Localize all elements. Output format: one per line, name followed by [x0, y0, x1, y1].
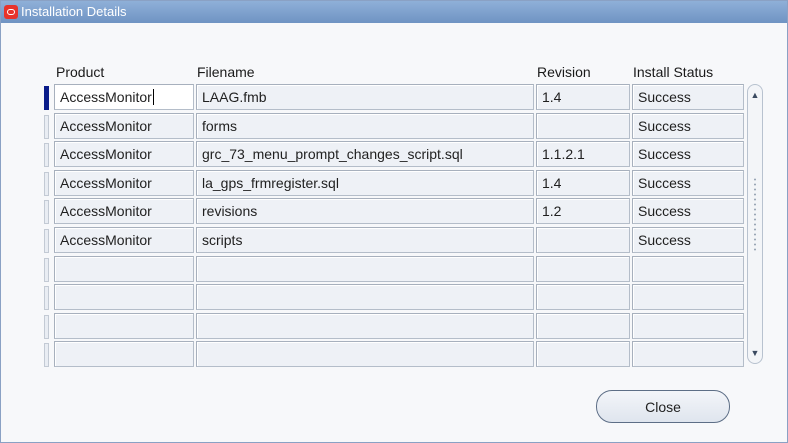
install-status-cell[interactable]: [632, 312, 744, 339]
revision-cell-text: 1.1.2.1: [542, 146, 585, 163]
filename-cell[interactable]: revisions: [196, 198, 534, 225]
table-row[interactable]: AccessMonitor grc_73_menu_prompt_changes_…: [1, 141, 787, 168]
revision-cell[interactable]: [536, 227, 630, 253]
scroll-down-arrow-icon[interactable]: ▼: [749, 346, 761, 360]
revision-cell[interactable]: [536, 312, 630, 339]
row-selector[interactable]: [44, 257, 49, 282]
product-cell[interactable]: [54, 255, 194, 282]
revision-cell-text: 1.4: [542, 174, 562, 191]
filename-cell[interactable]: [196, 255, 534, 282]
product-cell[interactable]: [54, 341, 194, 368]
installation-details-window: Installation Details Product Filename Re…: [0, 0, 788, 443]
close-button[interactable]: Close: [596, 390, 730, 423]
oracle-logo-icon: [4, 5, 18, 19]
product-cell-text: AccessMonitor: [60, 146, 152, 163]
title-bar: Installation Details: [1, 1, 787, 23]
install-status-cell[interactable]: Success: [632, 169, 744, 196]
install-status-cell[interactable]: [632, 284, 744, 311]
filename-cell-text: la_gps_frmregister.sql: [202, 174, 339, 191]
product-cell[interactable]: AccessMonitor: [54, 227, 194, 253]
filename-cell-text: revisions: [202, 203, 258, 220]
install-status-cell-text: Success: [638, 117, 691, 134]
table-row[interactable]: AccessMonitor la_gps_frmregister.sql 1.4 Su…: [1, 169, 787, 196]
filename-cell[interactable]: grc_73_menu_prompt_changes_script.sql: [196, 141, 534, 168]
product-cell[interactable]: AccessMonitor: [54, 141, 194, 168]
table-row[interactable]: [1, 341, 787, 368]
product-cell-text: AccessMonitor: [60, 203, 152, 220]
filename-cell[interactable]: [196, 312, 534, 339]
column-header-revision: Revision: [537, 64, 591, 80]
revision-cell[interactable]: [536, 112, 630, 139]
filename-cell[interactable]: la_gps_frmregister.sql: [196, 169, 534, 196]
filename-cell[interactable]: [196, 284, 534, 311]
product-cell[interactable]: AccessMonitor: [54, 169, 194, 196]
row-selector[interactable]: [44, 200, 49, 225]
filename-cell-text: grc_73_menu_prompt_changes_script.sql: [202, 146, 463, 163]
row-selector[interactable]: [44, 143, 49, 168]
row-selector[interactable]: [44, 286, 49, 311]
install-status-cell[interactable]: Success: [632, 227, 744, 253]
table-row[interactable]: [1, 284, 787, 311]
filename-cell-text: scripts: [202, 232, 243, 248]
row-selector[interactable]: [44, 86, 49, 110]
install-status-cell[interactable]: Success: [632, 198, 744, 225]
window-title: Installation Details: [21, 4, 127, 19]
install-status-cell[interactable]: [632, 255, 744, 282]
product-cell-text: AccessMonitor: [60, 232, 152, 248]
product-cell-text: AccessMonitor: [60, 117, 152, 134]
scrollbar-grip[interactable]: [753, 177, 757, 253]
row-selector[interactable]: [44, 171, 49, 196]
row-selector[interactable]: [44, 114, 49, 139]
filename-cell[interactable]: forms: [196, 112, 534, 139]
row-selector[interactable]: [44, 343, 49, 368]
vertical-scrollbar[interactable]: ▲ ▼: [747, 84, 763, 364]
revision-cell[interactable]: 1.4: [536, 84, 630, 110]
table-row[interactable]: [1, 255, 787, 282]
revision-cell[interactable]: [536, 284, 630, 311]
row-selector[interactable]: [44, 314, 49, 339]
install-status-cell-text: Success: [638, 203, 691, 220]
product-cell[interactable]: [54, 312, 194, 339]
product-cell[interactable]: AccessMonitor: [54, 112, 194, 139]
revision-cell[interactable]: 1.4: [536, 169, 630, 196]
filename-cell[interactable]: LAAG.fmb: [196, 84, 534, 110]
table-row[interactable]: [1, 312, 787, 339]
revision-cell[interactable]: 1.2: [536, 198, 630, 225]
text-cursor: [152, 89, 154, 105]
scroll-up-arrow-icon[interactable]: ▲: [749, 88, 761, 102]
table-row[interactable]: AccessMonitor scripts Success: [1, 227, 787, 253]
table-row[interactable]: AccessMonitor forms Success: [1, 112, 787, 139]
install-status-cell-text: Success: [638, 89, 691, 105]
install-status-cell-text: Success: [638, 146, 691, 163]
table-row[interactable]: AccessMonitor revisions 1.2 Success: [1, 198, 787, 225]
product-cell[interactable]: [54, 284, 194, 311]
table-row[interactable]: AccessMonitor LAAG.fmb 1.4 Success: [1, 84, 787, 110]
product-cell-text: AccessMonitor: [60, 174, 152, 191]
install-status-cell[interactable]: [632, 341, 744, 368]
revision-cell[interactable]: 1.1.2.1: [536, 141, 630, 168]
revision-cell[interactable]: [536, 341, 630, 368]
product-cell-text: AccessMonitor: [60, 89, 152, 105]
install-status-cell[interactable]: Success: [632, 84, 744, 110]
install-status-cell[interactable]: Success: [632, 112, 744, 139]
revision-cell-text: 1.4: [542, 89, 562, 105]
install-status-cell-text: Success: [638, 174, 691, 191]
filename-cell[interactable]: scripts: [196, 227, 534, 253]
filename-cell[interactable]: [196, 341, 534, 368]
product-cell[interactable]: AccessMonitor: [54, 198, 194, 225]
revision-cell[interactable]: [536, 255, 630, 282]
filename-cell-text: LAAG.fmb: [202, 89, 267, 105]
install-status-cell[interactable]: Success: [632, 141, 744, 168]
install-status-cell-text: Success: [638, 232, 691, 248]
revision-cell-text: 1.2: [542, 203, 562, 220]
row-selector[interactable]: [44, 229, 49, 253]
column-header-filename: Filename: [197, 64, 255, 80]
filename-cell-text: forms: [202, 117, 237, 134]
column-header-product: Product: [56, 64, 105, 80]
product-cell[interactable]: AccessMonitor: [54, 84, 194, 110]
column-header-install-status: Install Status: [633, 64, 714, 80]
